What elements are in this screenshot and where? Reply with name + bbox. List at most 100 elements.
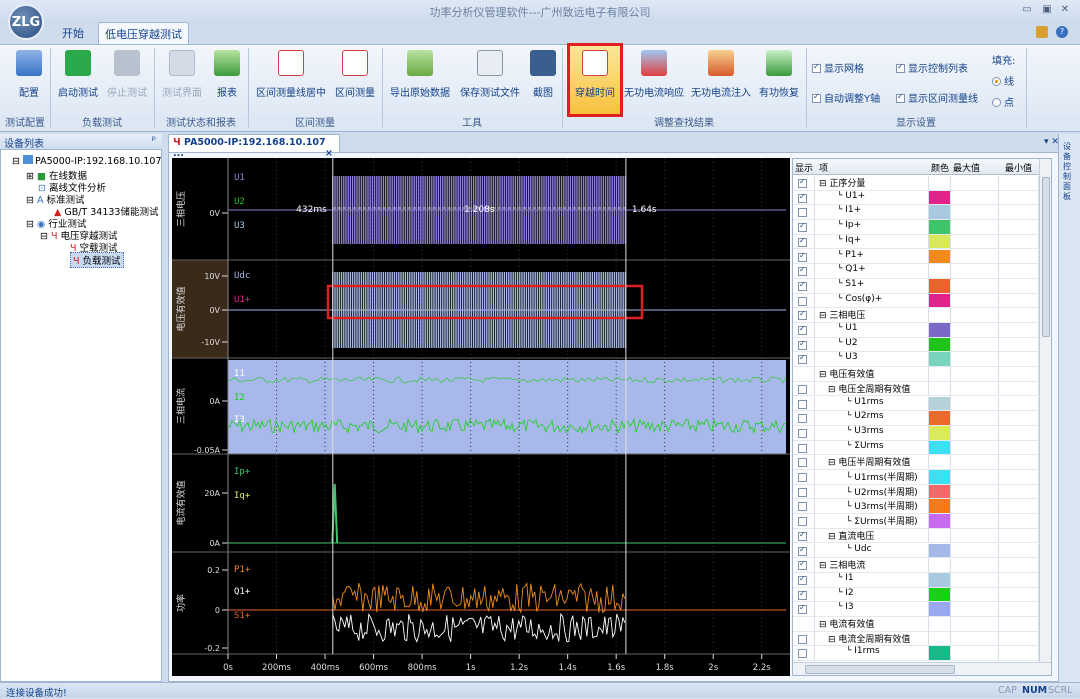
color-cell[interactable] bbox=[929, 543, 951, 559]
table-row[interactable]: ⊟ 三相电压 bbox=[793, 308, 1039, 323]
table-row[interactable]: └ Udc bbox=[793, 543, 1039, 559]
row-checkbox[interactable] bbox=[798, 280, 807, 291]
help-icon[interactable]: ? bbox=[1056, 26, 1068, 38]
table-row[interactable]: └ ΣUrms(半周期) bbox=[793, 514, 1039, 529]
table-row[interactable]: └ U1 bbox=[793, 323, 1039, 338]
tab-start[interactable]: 开始 bbox=[56, 22, 90, 44]
color-cell[interactable] bbox=[929, 367, 951, 382]
channel-table[interactable]: 显示 项 颜色 最大值 最小值 ⊟ 正序分量└ U1+ └ I1+ └ Ip+ └ I… bbox=[792, 158, 1052, 676]
device-control-strip[interactable]: 设备控制面板 bbox=[1058, 134, 1080, 682]
row-checkbox[interactable] bbox=[798, 502, 807, 512]
row-checkbox[interactable] bbox=[798, 649, 807, 659]
table-row[interactable]: └ I1+ bbox=[793, 205, 1039, 221]
table-row[interactable]: └ Cos(φ)+ bbox=[793, 293, 1039, 309]
scrollbar-thumb[interactable] bbox=[1042, 177, 1050, 337]
stop-test-button[interactable]: 停止测试 bbox=[104, 48, 150, 106]
tree-item-device[interactable]: ⊟ PA5000-IP:192.168.10.107 bbox=[12, 155, 162, 167]
horizontal-scrollbar[interactable] bbox=[793, 662, 1051, 675]
color-cell[interactable] bbox=[929, 323, 951, 338]
row-checkbox[interactable] bbox=[798, 634, 807, 644]
color-cell[interactable] bbox=[929, 234, 951, 250]
config-button[interactable]: 配置 bbox=[10, 48, 48, 106]
doc-menu-icon[interactable]: ▾ ✕ bbox=[1044, 137, 1059, 147]
color-cell[interactable] bbox=[929, 205, 951, 221]
row-checkbox[interactable] bbox=[798, 559, 807, 571]
color-cell[interactable] bbox=[929, 220, 951, 235]
color-cell[interactable] bbox=[929, 470, 951, 485]
show-grid-checkbox[interactable]: 显示网格 bbox=[812, 60, 864, 75]
table-row[interactable]: └ U2rms(半周期) bbox=[793, 484, 1039, 500]
row-checkbox[interactable] bbox=[798, 473, 807, 482]
table-row[interactable]: └ I1rms bbox=[793, 646, 1039, 662]
color-cell[interactable] bbox=[929, 396, 951, 412]
vertical-scrollbar[interactable] bbox=[1039, 159, 1051, 662]
table-row[interactable]: ⊟ 正序分量 bbox=[793, 176, 1039, 191]
table-row[interactable]: └ I3 bbox=[793, 602, 1039, 617]
table-row[interactable]: ⊟ 电流全周期有效值 bbox=[793, 631, 1039, 647]
table-row[interactable]: └ I1 bbox=[793, 572, 1039, 588]
color-cell[interactable] bbox=[929, 528, 951, 544]
table-row[interactable]: └ Iq+ bbox=[793, 234, 1039, 250]
minimize-icon[interactable]: ▭ bbox=[1020, 3, 1034, 17]
show-interval-line-checkbox[interactable]: 显示区间测量线 bbox=[896, 90, 978, 105]
table-row[interactable]: └ P1+ bbox=[793, 249, 1039, 265]
table-row[interactable]: └ U3rms bbox=[793, 425, 1039, 441]
fill-point-radio[interactable]: 点 bbox=[992, 94, 1014, 109]
color-cell[interactable] bbox=[929, 425, 951, 441]
table-row[interactable]: └ U1rms bbox=[793, 396, 1039, 412]
row-checkbox[interactable] bbox=[798, 296, 807, 306]
color-cell[interactable] bbox=[929, 440, 951, 456]
row-checkbox[interactable] bbox=[798, 192, 807, 203]
table-row[interactable]: ⊟ 电压全周期有效值 bbox=[793, 381, 1039, 397]
table-row[interactable]: ⊟ 电压有效值 bbox=[793, 367, 1039, 382]
row-checkbox[interactable] bbox=[798, 236, 807, 247]
report-button[interactable]: 报表 bbox=[210, 48, 244, 106]
close-icon[interactable]: ✕ bbox=[1058, 3, 1072, 17]
fill-line-radio[interactable]: 线 bbox=[992, 73, 1014, 88]
document-tab[interactable]: Ч PA5000-IP:192.168.10.107 ... × bbox=[168, 134, 340, 159]
table-row[interactable]: └ U3rms(半周期) bbox=[793, 499, 1039, 515]
through-time-button[interactable]: 穿越时间 bbox=[570, 48, 620, 106]
row-checkbox[interactable] bbox=[798, 545, 807, 556]
color-cell[interactable] bbox=[929, 264, 951, 279]
row-checkbox[interactable] bbox=[798, 353, 807, 365]
table-row[interactable]: ⊟ 电压半周期有效值 bbox=[793, 455, 1039, 470]
row-checkbox[interactable] bbox=[798, 221, 807, 233]
export-raw-button[interactable]: 导出原始数据 bbox=[386, 48, 454, 106]
table-row[interactable]: ⊟ 三相电流 bbox=[793, 558, 1039, 573]
color-cell[interactable] bbox=[929, 617, 951, 632]
table-row[interactable]: └ U1rms(半周期) bbox=[793, 470, 1039, 485]
color-cell[interactable] bbox=[929, 249, 951, 265]
row-checkbox[interactable] bbox=[798, 399, 807, 409]
reactive-response-button[interactable]: 无功电流响应 bbox=[622, 48, 686, 106]
screenshot-button[interactable]: 截图 bbox=[528, 48, 558, 106]
auto-y-checkbox[interactable]: 自动调整Y轴 bbox=[812, 90, 880, 105]
color-cell[interactable] bbox=[929, 176, 951, 191]
row-checkbox[interactable] bbox=[798, 574, 807, 585]
row-checkbox[interactable] bbox=[798, 177, 807, 188]
color-cell[interactable] bbox=[929, 381, 951, 397]
table-row[interactable]: ⊟ 直流电压 bbox=[793, 528, 1039, 544]
table-row[interactable]: └ ΣUrms bbox=[793, 440, 1039, 456]
hscroll-thumb[interactable] bbox=[805, 665, 955, 674]
row-checkbox[interactable] bbox=[798, 339, 807, 350]
row-checkbox[interactable] bbox=[798, 458, 807, 468]
row-checkbox[interactable] bbox=[798, 251, 807, 262]
table-row[interactable]: └ U3 bbox=[793, 352, 1039, 368]
row-checkbox[interactable] bbox=[798, 309, 807, 321]
table-row[interactable]: └ U2 bbox=[793, 337, 1039, 353]
color-cell[interactable] bbox=[929, 631, 951, 647]
color-cell[interactable] bbox=[929, 352, 951, 368]
table-row[interactable]: └ Q1+ bbox=[793, 264, 1039, 279]
row-checkbox[interactable] bbox=[798, 324, 807, 335]
active-recover-button[interactable]: 有功恢复 bbox=[756, 48, 802, 106]
row-checkbox[interactable] bbox=[798, 265, 807, 277]
row-checkbox[interactable] bbox=[798, 384, 807, 394]
tab-low-voltage[interactable]: 低电压穿越测试 bbox=[98, 22, 189, 44]
table-row[interactable]: └ U1+ bbox=[793, 190, 1039, 206]
color-cell[interactable] bbox=[929, 499, 951, 515]
start-test-button[interactable]: 启动测试 bbox=[56, 48, 100, 106]
color-cell[interactable] bbox=[929, 646, 951, 662]
row-checkbox[interactable] bbox=[798, 428, 807, 438]
pin-icon[interactable]: ᵖ bbox=[152, 135, 156, 146]
